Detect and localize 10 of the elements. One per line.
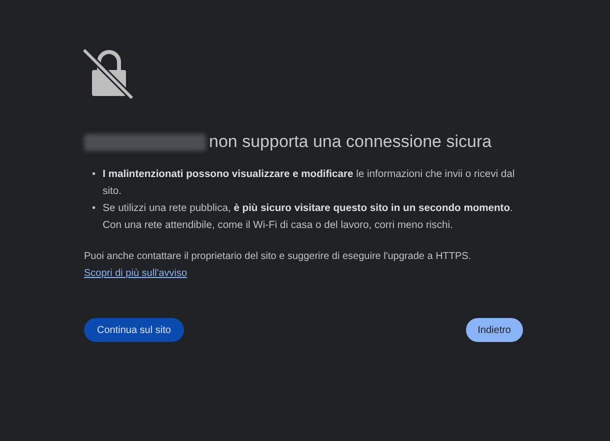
bullet-marker: • xyxy=(92,168,96,182)
bullet-text: Se utilizzi una rete pubblica, è più sicuro visitare questo sito in un secondo momento. Con una rete attendibile, come il Wi-Fi di casa o del lavoro, corri meno rischi. xyxy=(102,202,514,233)
continue-button[interactable]: Continua sul sito xyxy=(84,318,184,342)
bullet-marker: • xyxy=(92,202,96,216)
back-button[interactable]: Indietro xyxy=(466,318,523,342)
note-text: Puoi anche contattare il proprietario del sito e suggerire di eseguire l'upgrade a HTTPS. xyxy=(84,250,472,264)
bullet-text: I malintenzionati possono visualizzare e modificare le informazioni che invii o ricevi dal sito. xyxy=(102,168,516,199)
insecure-lock-icon xyxy=(82,46,136,100)
heading-text: non supporta una connessione sicura xyxy=(209,132,492,152)
learn-more-link[interactable]: Scopri di più sull'avviso xyxy=(84,265,188,282)
